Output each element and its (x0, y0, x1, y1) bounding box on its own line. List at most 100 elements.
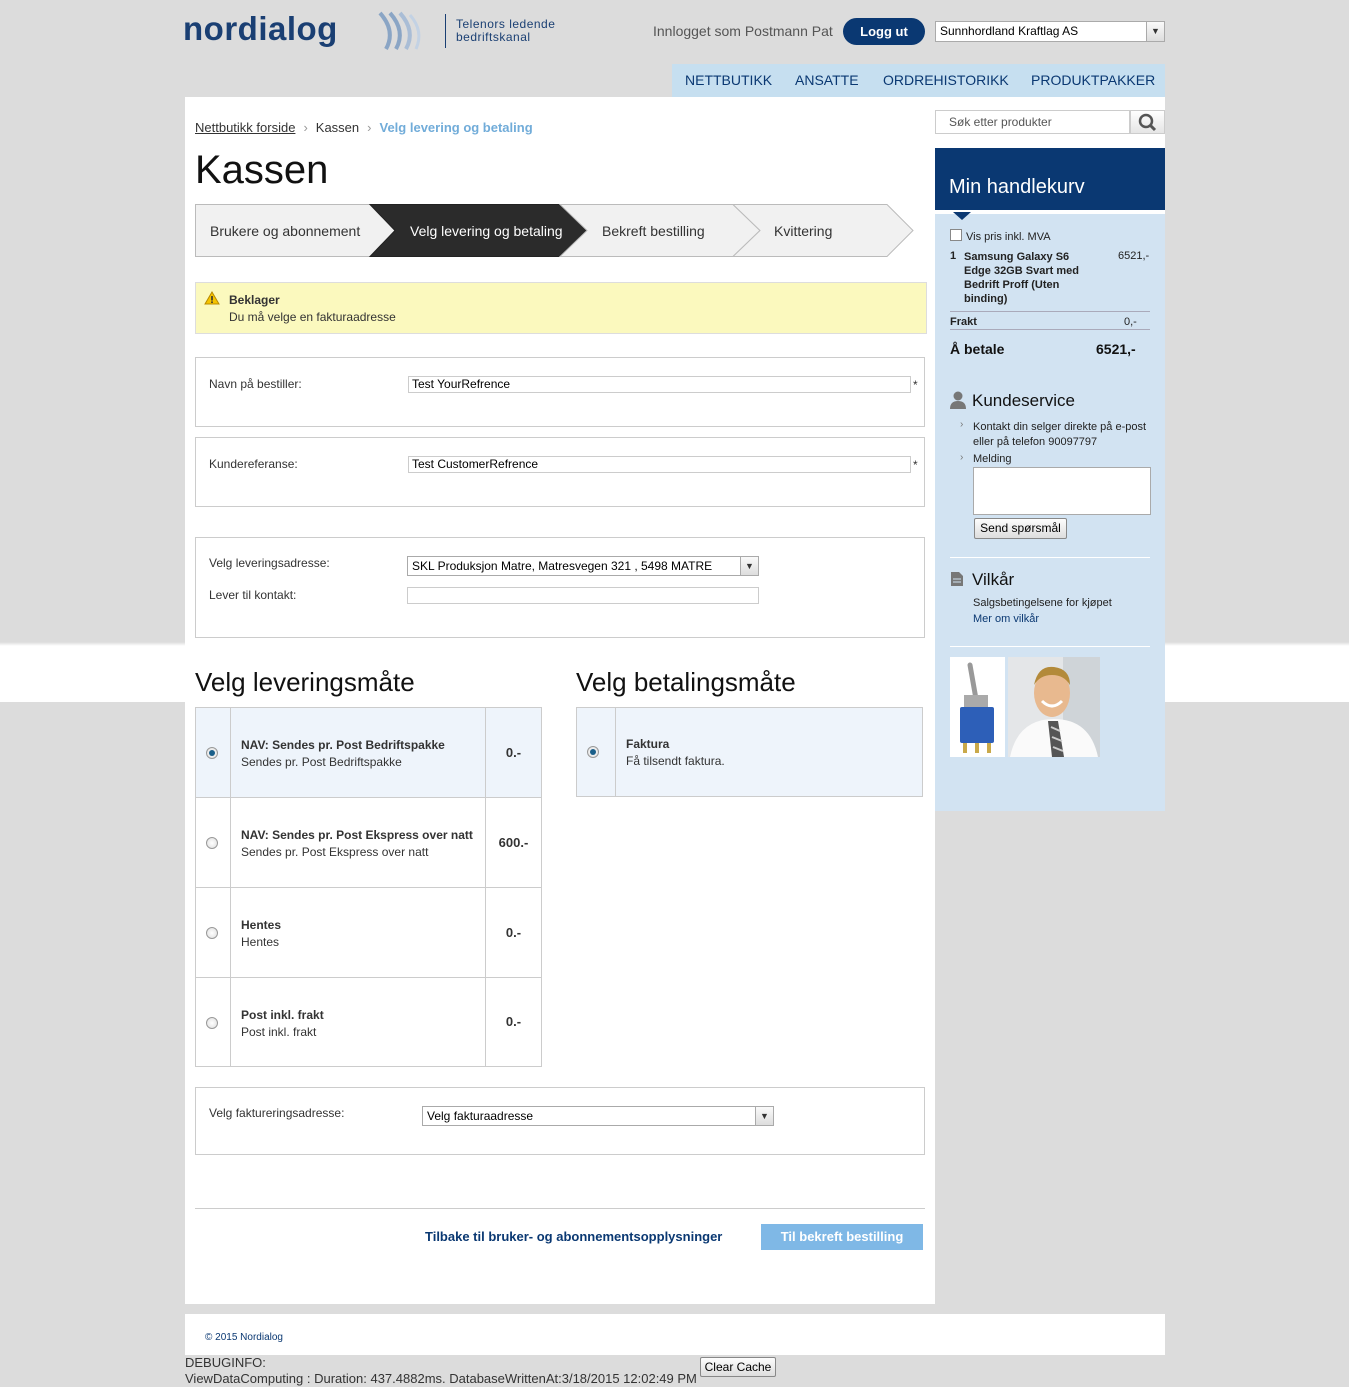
cart-item-name-line: Edge 32GB Svart med (964, 265, 1079, 277)
step-2-label: Velg levering og betaling (410, 223, 563, 239)
vat-label: Vis pris inkl. MVA (966, 231, 1051, 243)
person-photo-icon (1010, 657, 1100, 757)
delivery-radio[interactable] (206, 1017, 218, 1029)
alert-title: Beklager (229, 293, 280, 307)
support-text: Kontakt din selger direkte på e-post ell… (973, 420, 1146, 450)
cart-item-name[interactable]: Samsung Galaxy S6 Edge 32GB Svart med Be… (964, 250, 1079, 306)
delivery-radio[interactable] (206, 927, 218, 939)
delivery-option[interactable]: NAV: Sendes pr. Post Bedriftspakke Sende… (196, 708, 541, 798)
delivery-option-desc: Hentes (241, 935, 280, 949)
delivery-option-price: 0.- (485, 978, 541, 1066)
footer: © 2015 Nordialog (185, 1314, 1165, 1355)
terms-link[interactable]: Mer om vilkår (973, 613, 1039, 625)
divider (950, 329, 1150, 330)
customer-ref-input[interactable]: Test CustomerRefrence (408, 456, 911, 473)
message-label: Melding (973, 453, 1012, 465)
total-label: Å betale (950, 341, 1005, 357)
search-input[interactable]: Søk etter produkter (935, 110, 1130, 134)
company-select[interactable]: Sunnhordland Kraftlag AS ▼ (935, 21, 1165, 42)
delivery-address-select[interactable]: SKL Produksjon Matre, Matresvegen 321 , … (407, 556, 759, 576)
billing-address-label: Velg faktureringsadresse: (209, 1106, 345, 1120)
delivery-address-label: Velg leveringsadresse: (209, 556, 330, 570)
switch-icon (960, 662, 994, 753)
payment-option[interactable]: Faktura Få tilsendt faktura. (576, 707, 923, 797)
alert-message: Du må velge en fakturaadresse (229, 310, 396, 324)
nav-item-produktpakker[interactable]: PRODUKTPAKKER (1031, 72, 1155, 88)
cart-item-name-line: binding) (964, 293, 1008, 305)
nordialog-logo[interactable]: nordialog (183, 10, 338, 48)
delivery-option[interactable]: NAV: Sendes pr. Post Ekspress over natt … (196, 798, 541, 888)
cart-item-qty: 1 (950, 250, 957, 262)
payment-method-heading: Velg betalingsmåte (576, 667, 796, 697)
orderer-input[interactable]: Test YourRefrence (408, 376, 911, 393)
chevron-down-icon[interactable]: ▼ (1146, 22, 1164, 41)
chevron-right-icon: › (960, 419, 964, 430)
chevron-down-icon[interactable]: ▼ (740, 557, 758, 575)
divider (950, 557, 1150, 558)
contact-input[interactable] (407, 587, 759, 604)
support-title: Kundeservice (972, 391, 1076, 410)
cart-title: Min handlekurv (949, 176, 1085, 198)
chevron-down-icon[interactable]: ▼ (755, 1107, 773, 1125)
message-textarea[interactable] (973, 467, 1151, 515)
support-line: Kontakt din selger direkte på e-post (973, 421, 1147, 433)
terms-text: Salgsbetingelsene for kjøpet (973, 597, 1112, 609)
debug-title: DEBUGINFO: (185, 1355, 266, 1370)
vat-checkbox[interactable] (950, 229, 962, 241)
delivery-radio[interactable] (206, 837, 218, 849)
breadcrumb-kassen[interactable]: Kassen (316, 120, 359, 135)
delivery-option-name: NAV: Sendes pr. Post Bedriftspakke (241, 738, 445, 752)
confirm-order-button[interactable]: Til bekreft bestilling (761, 1224, 923, 1250)
delivery-address-value: SKL Produksjon Matre, Matresvegen 321 , … (412, 559, 713, 573)
cart-pointer-icon (953, 212, 971, 220)
document-icon (951, 572, 963, 586)
main-nav: NETTBUTIKK ANSATTE ORDREHISTORIKK PRODUK… (672, 64, 1165, 97)
tagline: Telenors ledende bedriftskanal (456, 18, 555, 44)
delivery-option[interactable]: Post inkl. frakt Post inkl. frakt 0.- (196, 978, 541, 1066)
required-marker: * (913, 378, 918, 392)
chevron-right-icon: › (960, 452, 964, 463)
delivery-option[interactable]: Hentes Hentes 0.- (196, 888, 541, 978)
breadcrumb-current: Velg levering og betaling (379, 120, 533, 135)
delivery-option-price: 0.- (485, 708, 541, 797)
shipping-value: 0,- (1124, 316, 1137, 328)
logo-divider (445, 14, 446, 48)
support-line: eller på telefon 90097797 (973, 436, 1098, 448)
back-link[interactable]: Tilbake til bruker- og abonnementsopplys… (425, 1229, 722, 1244)
error-alert: Beklager Du må velge en fakturaadresse (195, 282, 927, 334)
customer-ref-label: Kundereferanse: (209, 457, 298, 471)
nav-item-nettbutikk[interactable]: NETTBUTIKK (685, 72, 772, 88)
step-1-label: Brukere og abonnement (210, 223, 361, 239)
nav-item-ordrehistorikk[interactable]: ORDREHISTORIKK (883, 72, 1009, 88)
warning-icon (204, 291, 220, 305)
contact-label: Lever til kontakt: (209, 588, 297, 602)
cart-item-price: 6521,- (1118, 250, 1150, 262)
billing-address-select[interactable]: Velg fakturaadresse ▼ (422, 1106, 774, 1126)
send-question-button[interactable]: Send spørsmål (974, 518, 1067, 539)
breadcrumb-home-link[interactable]: Nettbutikk forside (195, 120, 295, 135)
nav-item-ansatte[interactable]: ANSATTE (795, 72, 859, 88)
cart-header: Min handlekurv (935, 148, 1165, 214)
payment-radio[interactable] (587, 746, 599, 758)
logo-waves-icon (378, 11, 421, 50)
delivery-option-desc: Sendes pr. Post Ekspress over natt (241, 845, 429, 859)
billing-address-value: Velg fakturaadresse (427, 1109, 534, 1123)
logout-button[interactable]: Logg ut (843, 18, 925, 45)
total-value: 6521,- (1096, 341, 1136, 357)
terms-title: Vilkår (972, 570, 1015, 589)
delivery-option-name: Hentes (241, 918, 282, 932)
company-select-value: Sunnhordland Kraftlag AS (940, 24, 1079, 38)
search-button[interactable] (1130, 110, 1165, 134)
shipping-label: Frakt (950, 316, 977, 328)
toggle-switch-image[interactable] (950, 657, 1005, 757)
clear-cache-button[interactable]: Clear Cache (700, 1357, 776, 1377)
payment-option-desc: Få tilsendt faktura. (626, 754, 725, 768)
delivery-option-desc: Sendes pr. Post Bedriftspakke (241, 755, 402, 769)
page-title: Kassen (195, 148, 329, 192)
delivery-option-name: NAV: Sendes pr. Post Ekspress over natt (241, 828, 473, 842)
divider (950, 646, 1150, 647)
delivery-radio[interactable] (206, 747, 218, 759)
customer-service-photo[interactable] (1008, 657, 1100, 757)
delivery-option-price: 600.- (485, 798, 541, 887)
delivery-method-heading: Velg leveringsmåte (195, 667, 415, 697)
